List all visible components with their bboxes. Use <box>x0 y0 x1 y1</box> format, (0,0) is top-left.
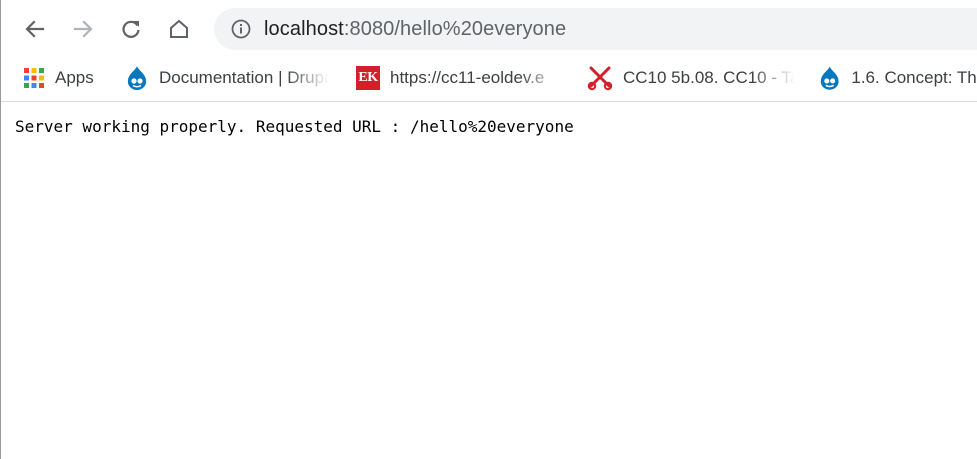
info-icon[interactable] <box>230 18 252 40</box>
bookmark-label: 1.6. Concept: Th <box>851 68 977 87</box>
bookmark-apps[interactable]: Apps <box>23 64 94 92</box>
url-path: :8080/hello%20everyone <box>343 18 567 40</box>
bookmark-label: Documentation | Drupal <box>159 68 329 87</box>
home-icon <box>170 19 188 38</box>
arrow-right-icon <box>73 20 93 38</box>
browser-window: localhost:8080/hello%20everyone Apps Doc… <box>0 0 977 459</box>
bookmark-label: Apps <box>55 68 94 87</box>
address-bar[interactable]: localhost:8080/hello%20everyone <box>214 8 977 50</box>
arrow-left-icon <box>25 20 45 38</box>
page-body-text: Server working properly. Requested URL :… <box>15 117 574 136</box>
home-button[interactable] <box>162 12 196 46</box>
ek-icon: EK <box>356 66 380 90</box>
scissors-icon <box>587 66 613 91</box>
bookmark-cc10-5b08[interactable]: CC10 5b.08. CC10 - Ta <box>587 64 797 92</box>
apps-grid-icon <box>24 68 44 88</box>
drupal-icon <box>820 66 839 90</box>
forward-button[interactable] <box>66 12 100 46</box>
back-button[interactable] <box>18 12 52 46</box>
bookmark-label: CC10 5b.08. CC10 - Ta <box>623 68 795 87</box>
drupal-icon <box>127 66 147 90</box>
reload-button[interactable] <box>114 12 148 46</box>
url-text[interactable]: localhost:8080/hello%20everyone <box>264 18 566 40</box>
browser-toolbar: localhost:8080/hello%20everyone <box>1 0 977 58</box>
url-host: localhost <box>264 18 344 40</box>
reload-icon <box>122 20 140 38</box>
bookmark-cc11-eoldev[interactable]: EK https://cc11-eoldev.e <box>356 64 566 92</box>
bookmark-concept[interactable]: 1.6. Concept: Th <box>818 64 977 92</box>
bookmark-label: https://cc11-eoldev.e <box>390 68 545 87</box>
bookmarks-bar: Apps Documentation | Drupal EK https://c… <box>1 58 977 102</box>
bookmark-documentation-drupal[interactable]: Documentation | Drupal <box>125 64 333 92</box>
